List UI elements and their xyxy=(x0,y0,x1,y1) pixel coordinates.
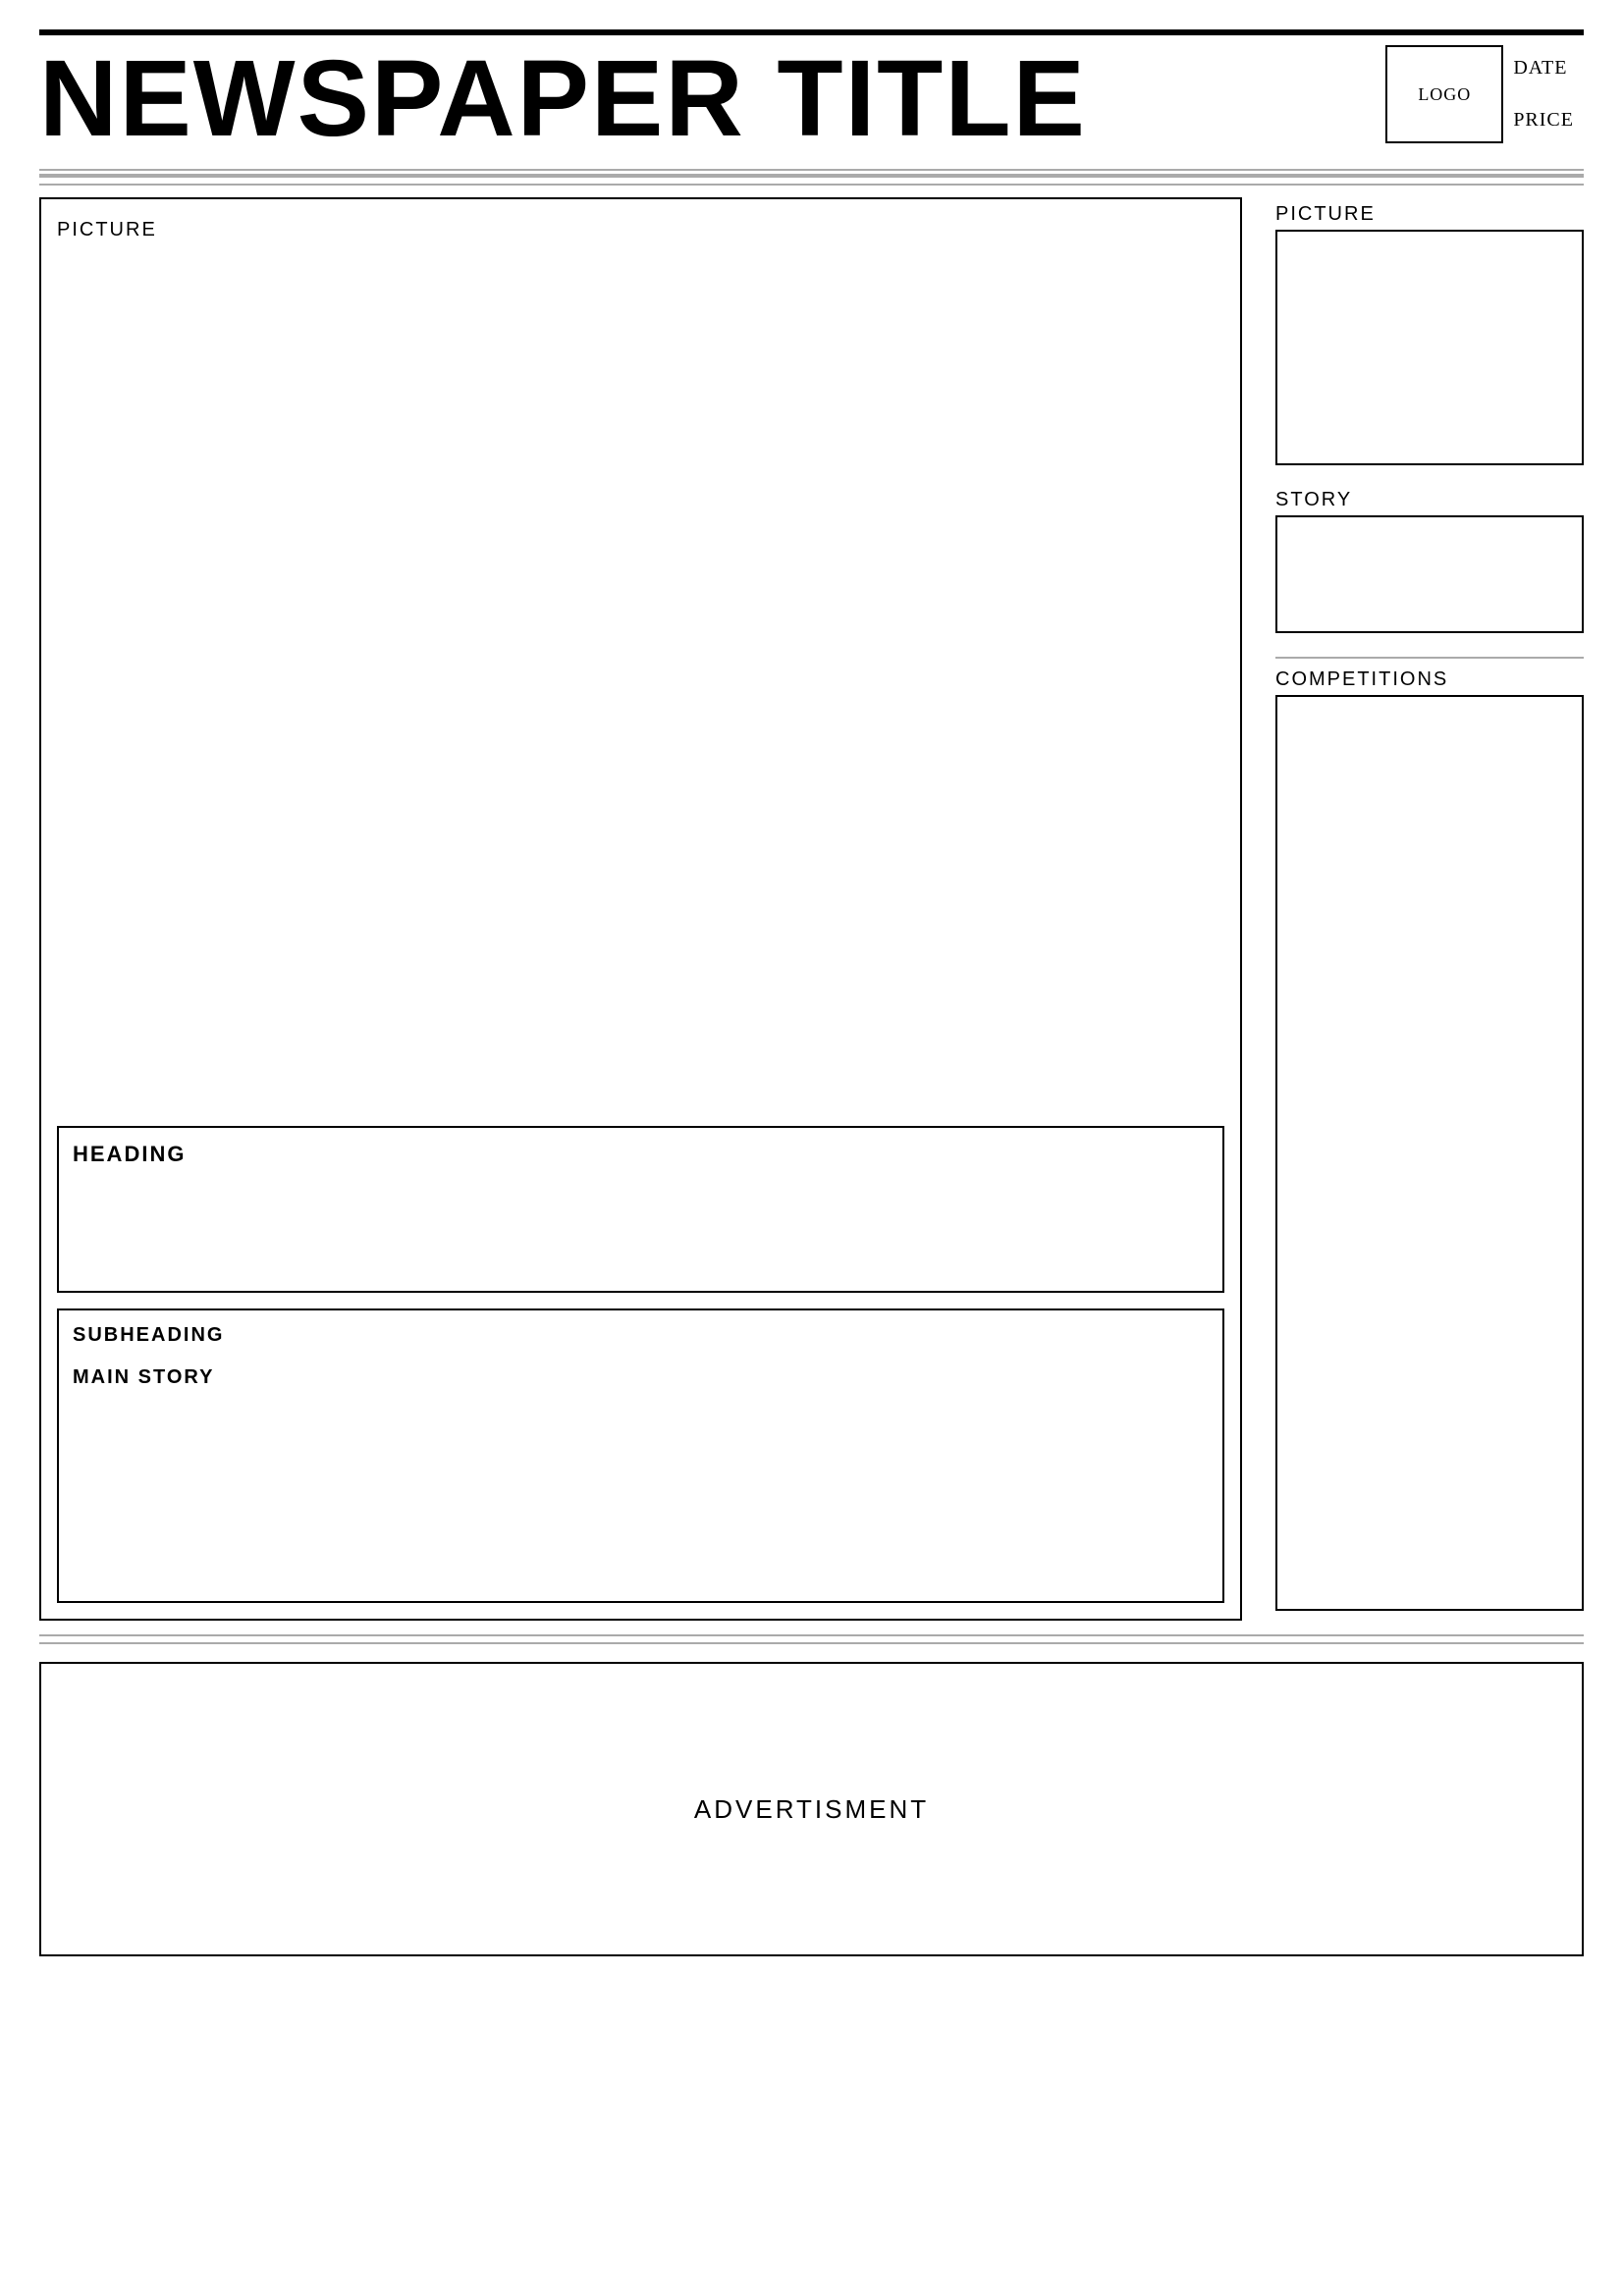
advertisment-label: ADVERTISMENT xyxy=(694,1794,929,1825)
subheading-label: SUBHEADING xyxy=(73,1324,1209,1347)
right-story-section: STORY xyxy=(1275,483,1584,641)
column-divider xyxy=(1242,197,1260,1621)
advertisement-section: ADVERTISMENT xyxy=(39,1662,1584,1956)
heading-label: HEADING xyxy=(73,1142,1209,1167)
main-story-label: MAIN STORY xyxy=(73,1366,1209,1389)
competitions-divider xyxy=(1275,657,1584,659)
main-content: PICTURE HEADING SUBHEADING MAIN STORY PI… xyxy=(39,197,1584,1621)
right-column: PICTURE STORY COMPETITIONS xyxy=(1260,197,1584,1621)
header: NEWSPAPER TITLE LOGO DATE PRICE xyxy=(39,32,1584,163)
right-picture-box xyxy=(1275,230,1584,465)
header-logo-area: LOGO DATE PRICE xyxy=(1385,45,1584,143)
left-picture-label: PICTURE xyxy=(57,215,1224,245)
date-price-area: DATE PRICE xyxy=(1503,52,1584,136)
subheading-box: SUBHEADING MAIN STORY xyxy=(57,1308,1224,1603)
competitions-box xyxy=(1275,695,1584,1611)
right-picture-label: PICTURE xyxy=(1275,197,1584,230)
date-label: DATE xyxy=(1513,57,1574,80)
competitions-label: COMPETITIONS xyxy=(1275,663,1584,695)
price-label: PRICE xyxy=(1513,109,1574,132)
left-column: PICTURE HEADING SUBHEADING MAIN STORY xyxy=(39,197,1242,1621)
logo-box: LOGO xyxy=(1385,45,1503,143)
newspaper-title: NEWSPAPER TITLE xyxy=(39,45,1087,153)
right-story-box xyxy=(1275,515,1584,633)
right-picture-section: PICTURE xyxy=(1275,197,1584,473)
right-competitions-section: COMPETITIONS xyxy=(1275,651,1584,1611)
heading-box: HEADING xyxy=(57,1126,1224,1293)
left-picture-area xyxy=(57,261,1224,1110)
right-story-label: STORY xyxy=(1275,483,1584,515)
